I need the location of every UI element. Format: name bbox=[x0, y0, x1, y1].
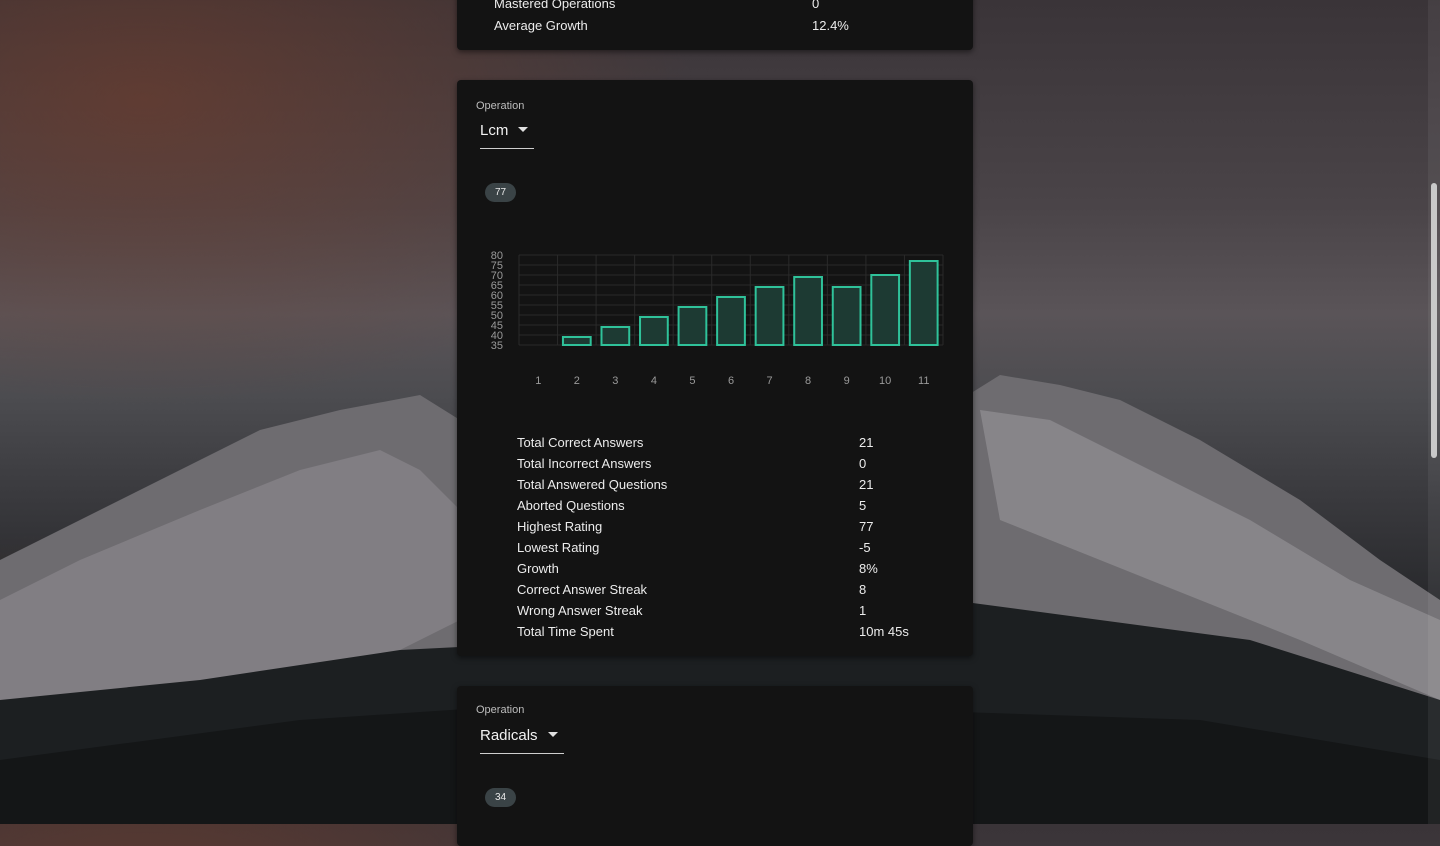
operation-select-value: Radicals bbox=[480, 727, 538, 744]
stat-row: Correct Answer Streak 8 bbox=[517, 579, 937, 600]
chart-bar[interactable] bbox=[561, 336, 592, 346]
operation-label: Operation bbox=[476, 704, 525, 716]
summary-label: Mastered Operations bbox=[494, 0, 616, 11]
x-tick-label: 1 bbox=[535, 375, 541, 387]
summary-row-mastered: Mastered Operations 0 bbox=[494, 0, 819, 11]
scrollbar-thumb[interactable] bbox=[1431, 183, 1437, 458]
x-tick-label: 7 bbox=[766, 375, 772, 387]
stat-row: Aborted Questions 5 bbox=[517, 495, 937, 516]
chart-bar[interactable] bbox=[831, 286, 862, 346]
x-tick-label: 8 bbox=[805, 375, 811, 387]
operation-label: Operation bbox=[476, 100, 525, 112]
stat-label: Total Correct Answers bbox=[517, 435, 644, 450]
summary-card: Mastered Operations 0 Average Growth 12.… bbox=[457, 0, 973, 50]
stat-label: Aborted Questions bbox=[517, 498, 625, 513]
rating-badge: 77 bbox=[485, 183, 517, 202]
summary-row-growth: Average Growth 12.4% bbox=[494, 18, 849, 33]
x-tick-label: 10 bbox=[879, 375, 891, 387]
stat-value: 21 bbox=[859, 435, 874, 450]
stat-label: Lowest Rating bbox=[517, 540, 600, 555]
operation-card-radicals: Operation Radicals 34 bbox=[457, 686, 973, 846]
stat-label: Highest Rating bbox=[517, 519, 603, 534]
stat-value: 21 bbox=[859, 477, 874, 492]
chart-bar[interactable] bbox=[793, 276, 823, 346]
operation-select-value: Lcm bbox=[480, 122, 509, 139]
x-tick-label: 6 bbox=[728, 375, 734, 387]
stat-value: 10m 45s bbox=[859, 624, 909, 639]
stat-row: Total Incorrect Answers 0 bbox=[517, 453, 937, 474]
stat-label: Growth bbox=[517, 561, 559, 576]
page-scrollbar[interactable] bbox=[1428, 0, 1440, 824]
chart-bar[interactable] bbox=[716, 296, 746, 346]
x-tick-label: 9 bbox=[844, 375, 850, 387]
stat-value: 1 bbox=[859, 603, 867, 618]
chart-bar[interactable] bbox=[600, 326, 631, 346]
operation-card-lcm: Operation Lcm 77 35 40 45 50 55 60 65 70 75 80 1 2 3… bbox=[457, 80, 973, 656]
caret-down-icon bbox=[547, 732, 558, 737]
stat-row: Total Answered Questions 21 bbox=[517, 474, 937, 495]
stat-row: Growth 8% bbox=[517, 558, 937, 579]
x-tick-label: 2 bbox=[574, 375, 580, 387]
stat-value: 77 bbox=[859, 519, 874, 534]
y-tick-label: 80 bbox=[491, 250, 503, 262]
x-tick-label: 5 bbox=[689, 375, 695, 387]
stat-label: Total Incorrect Answers bbox=[517, 456, 652, 471]
caret-down-icon bbox=[518, 127, 529, 132]
stat-label: Wrong Answer Streak bbox=[517, 603, 643, 618]
stat-value: -5 bbox=[859, 540, 871, 555]
operation-select[interactable]: Lcm bbox=[480, 118, 535, 149]
stat-label: Correct Answer Streak bbox=[517, 582, 648, 597]
x-tick-label: 3 bbox=[612, 375, 618, 387]
stat-value: 5 bbox=[859, 498, 867, 513]
stat-row: Highest Rating 77 bbox=[517, 516, 937, 537]
stats-list: Total Correct Answers 21 Total Incorrect A… bbox=[517, 432, 937, 642]
stat-row: Total Correct Answers 21 bbox=[517, 432, 937, 453]
summary-value: 12.4% bbox=[812, 18, 849, 33]
summary-label: Average Growth bbox=[494, 18, 588, 33]
operation-select[interactable]: Radicals bbox=[480, 723, 564, 754]
rating-badge: 34 bbox=[485, 788, 517, 807]
x-tick-label: 4 bbox=[651, 375, 657, 387]
rating-bar-chart: 354045505560657075801 2 3 4 5 6 7 8 9 10 11 bbox=[491, 250, 944, 387]
chart-bar[interactable] bbox=[754, 286, 785, 346]
stat-value: 8 bbox=[859, 582, 867, 597]
stat-value: 8% bbox=[859, 561, 878, 576]
stat-row: Lowest Rating -5 bbox=[517, 537, 937, 558]
x-tick-label: 11 bbox=[918, 375, 929, 387]
summary-value: 0 bbox=[812, 0, 820, 11]
stat-value: 0 bbox=[859, 456, 867, 471]
stat-row: Wrong Answer Streak 1 bbox=[517, 600, 937, 621]
chart-bar[interactable] bbox=[908, 260, 939, 346]
chart-bar[interactable] bbox=[639, 316, 669, 346]
chart-bar[interactable] bbox=[870, 274, 901, 346]
stat-row: Total Time Spent 10m 45s bbox=[517, 621, 937, 642]
stat-label: Total Answered Questions bbox=[517, 477, 668, 492]
chart-bar[interactable] bbox=[677, 306, 708, 346]
stat-label: Total Time Spent bbox=[517, 624, 614, 639]
